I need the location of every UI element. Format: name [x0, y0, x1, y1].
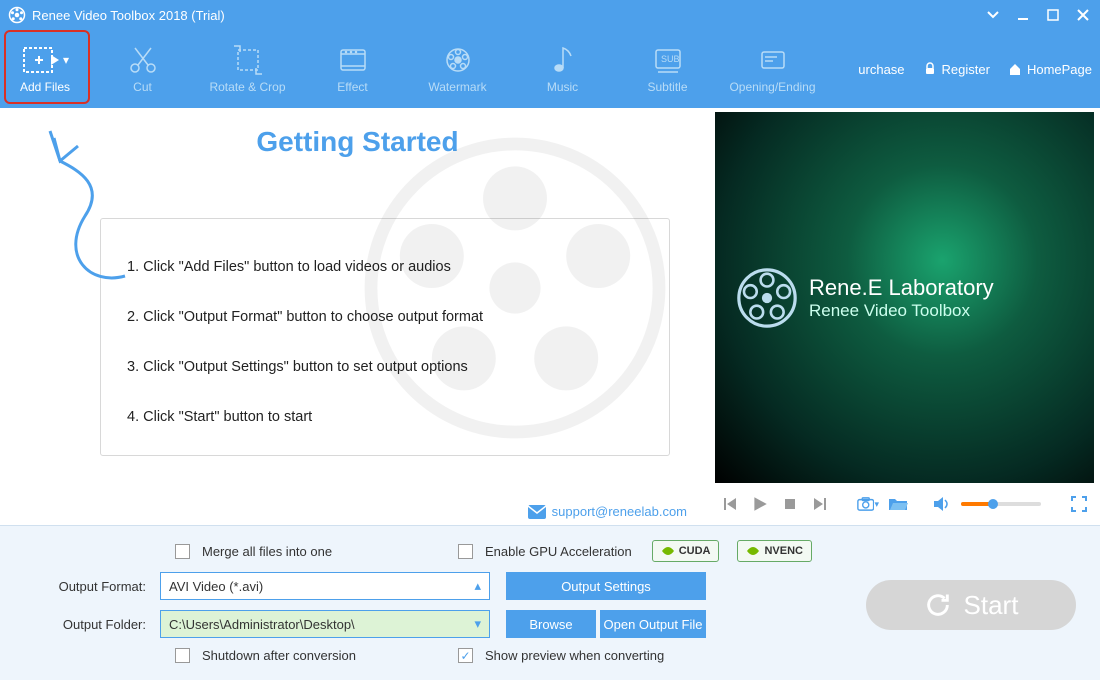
music-icon: [547, 44, 579, 76]
subtitle-icon: SUB: [652, 44, 684, 76]
browse-button[interactable]: Browse: [506, 610, 596, 638]
show-preview-checkbox[interactable]: [458, 648, 473, 663]
toolbar-music[interactable]: Music: [510, 30, 615, 108]
getting-started-pane: Getting Started 1. Click "Add Files" but…: [0, 108, 715, 525]
nvenc-badge: NVENC: [737, 540, 812, 562]
volume-slider[interactable]: [961, 502, 1041, 506]
toolbar-subtitle[interactable]: SUB Subtitle: [615, 30, 720, 108]
step-2: 2. Click "Output Format" button to choos…: [127, 309, 643, 325]
toolbar-label: Music: [547, 80, 578, 94]
maximize-button[interactable]: [1044, 6, 1062, 24]
output-folder-label: Output Folder:: [20, 617, 160, 632]
title-bar: Renee Video Toolbox 2018 (Trial): [0, 0, 1100, 30]
toolbar-label: Effect: [337, 80, 367, 94]
lock-icon: [923, 62, 937, 76]
app-logo-icon: [8, 6, 26, 24]
gpu-checkbox[interactable]: [458, 544, 473, 559]
chevron-down-icon: ▾: [474, 616, 481, 632]
brand-reel-icon: [735, 266, 799, 330]
shutdown-checkbox[interactable]: [175, 648, 190, 663]
add-files-icon: ▾: [21, 44, 69, 76]
toolbar-right-links: urchase Register HomePage: [858, 30, 1092, 108]
player-controls: ▾: [715, 483, 1094, 525]
merge-label: Merge all files into one: [202, 544, 452, 559]
output-settings-button[interactable]: Output Settings: [506, 572, 706, 600]
minimize-button[interactable]: [1014, 6, 1032, 24]
toolbar-effect[interactable]: Effect: [300, 30, 405, 108]
toolbar-label: Opening/Ending: [729, 80, 815, 94]
preview-panel: Rene.E Laboratory Renee Video Toolbox ▾: [715, 108, 1100, 525]
step-1: 1. Click "Add Files" button to load vide…: [127, 259, 643, 275]
steps-box: 1. Click "Add Files" button to load vide…: [100, 218, 670, 456]
show-preview-label: Show preview when converting: [485, 648, 664, 663]
output-panel: Merge all files into one Enable GPU Acce…: [0, 525, 1100, 680]
main-toolbar: ▾ Add Files Cut Rotate & Crop Effect Wat…: [0, 30, 1100, 108]
cut-icon: [127, 44, 159, 76]
stop-button[interactable]: [779, 493, 801, 515]
toolbar-watermark[interactable]: Watermark: [405, 30, 510, 108]
chevron-up-icon: ▴: [474, 578, 481, 594]
open-output-file-button[interactable]: Open Output File: [600, 610, 706, 638]
home-icon: [1008, 62, 1022, 76]
homepage-link[interactable]: HomePage: [1008, 62, 1092, 77]
support-email-link[interactable]: support@reneelab.com: [528, 504, 687, 519]
output-folder-dropdown[interactable]: C:\Users\Administrator\Desktop\ ▾: [160, 610, 490, 638]
start-button[interactable]: Start: [866, 580, 1076, 630]
toolbar-label: Cut: [133, 80, 152, 94]
step-4: 4. Click "Start" button to start: [127, 409, 643, 425]
play-button[interactable]: [749, 493, 771, 515]
toolbar-label: Add Files: [20, 80, 70, 94]
register-link[interactable]: Register: [923, 62, 990, 77]
toolbar-add-files[interactable]: ▾ Add Files: [0, 30, 90, 108]
cuda-badge: CUDA: [652, 540, 720, 562]
brand-line-2: Renee Video Toolbox: [809, 301, 994, 321]
toolbar-label: Subtitle: [647, 80, 687, 94]
output-format-dropdown[interactable]: AVI Video (*.avi) ▴: [160, 572, 490, 600]
toolbar-label: Watermark: [428, 80, 486, 94]
svg-text:SUB: SUB: [661, 54, 680, 64]
window-title: Renee Video Toolbox 2018 (Trial): [32, 8, 984, 23]
getting-started-heading: Getting Started: [0, 126, 715, 158]
toolbar-rotate-crop[interactable]: Rotate & Crop: [195, 30, 300, 108]
open-folder-button[interactable]: [887, 493, 909, 515]
purchase-link[interactable]: urchase: [858, 62, 904, 77]
toolbar-label: Rotate & Crop: [209, 80, 285, 94]
prev-button[interactable]: [719, 493, 741, 515]
fullscreen-button[interactable]: [1068, 493, 1090, 515]
gpu-label: Enable GPU Acceleration: [485, 544, 632, 559]
brand-line-1: Rene.E Laboratory: [809, 275, 994, 301]
next-button[interactable]: [809, 493, 831, 515]
refresh-icon: [924, 591, 952, 619]
chevron-down-icon: ▾: [63, 53, 69, 67]
preview-image: Rene.E Laboratory Renee Video Toolbox: [715, 112, 1094, 483]
snapshot-button[interactable]: ▾: [857, 493, 879, 515]
toolbar-opening-ending[interactable]: Opening/Ending: [720, 30, 825, 108]
opening-ending-icon: [757, 44, 789, 76]
shutdown-label: Shutdown after conversion: [202, 648, 452, 663]
toolbar-cut[interactable]: Cut: [90, 30, 195, 108]
step-3: 3. Click "Output Settings" button to set…: [127, 359, 643, 375]
output-format-label: Output Format:: [20, 579, 160, 594]
mail-icon: [528, 505, 546, 519]
volume-icon[interactable]: [931, 493, 953, 515]
watermark-icon: [442, 44, 474, 76]
close-button[interactable]: [1074, 6, 1092, 24]
rotate-crop-icon: [232, 44, 264, 76]
dropdown-window-button[interactable]: [984, 6, 1002, 24]
effect-icon: [337, 44, 369, 76]
merge-checkbox[interactable]: [175, 544, 190, 559]
